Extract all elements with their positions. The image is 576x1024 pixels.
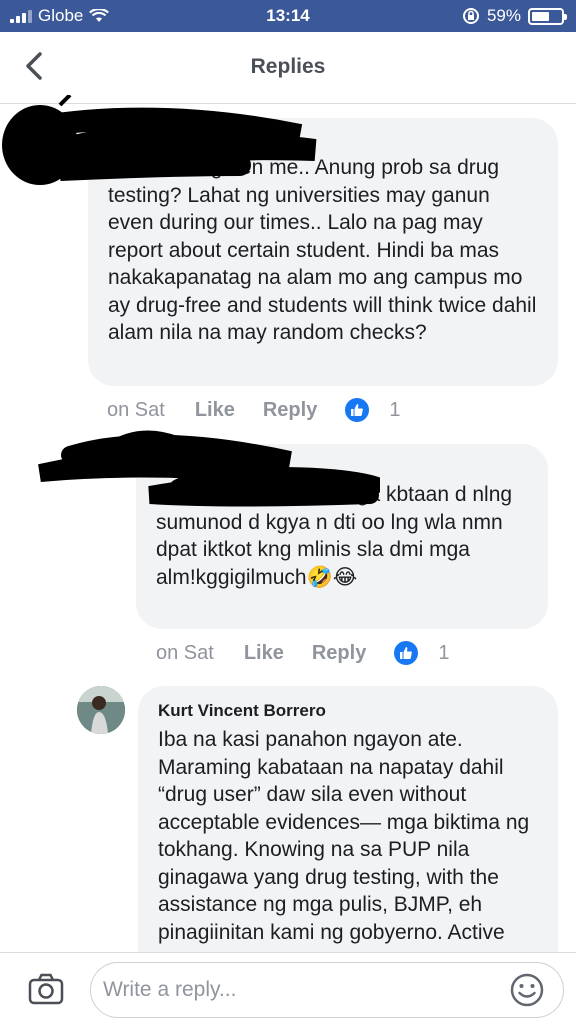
status-right: 59% [462,6,567,26]
reply-button[interactable]: Reply [263,399,317,422]
comment-bubble: Please enlighten me.. Anung prob sa drug… [88,118,558,386]
avatar[interactable] [77,686,125,734]
comment-text: Please enlighten me.. Anung prob sa drug… [108,156,537,344]
comment-actions: on Sat Like Reply 1 [156,641,449,665]
camera-icon[interactable] [28,973,64,1005]
reply-button[interactable]: Reply [312,642,366,665]
thumbs-up-icon [345,398,370,422]
thumbs-up-icon [394,641,419,665]
reaction-count: 1 [438,641,450,664]
comment-bubble: korek dami hanash mga kbtaan d nlng sumu… [136,444,548,629]
like-button[interactable]: Like [195,399,235,422]
comment-author[interactable]: Kurt Vincent Borrero [158,700,538,722]
reply-composer [0,952,576,1024]
rotation-lock-icon [462,8,479,24]
page-title: Replies [250,55,326,78]
like-button[interactable]: Like [244,642,284,665]
comment-bubble: Kurt Vincent Borrero Iba na kasi panahon… [138,686,558,986]
battery-icon [528,7,567,25]
battery-percent: 59% [486,6,521,25]
comment-text: Iba na kasi panahon ngayon ate. Maraming… [158,728,530,944]
comment-actions: on Sat Like Reply 1 [107,398,400,422]
status-bar: Globe 13:14 59% [0,0,576,32]
reply-input[interactable] [90,962,564,1018]
comment-time: on Sat [107,398,165,421]
reaction-count: 1 [389,398,401,421]
battery-fill [532,11,549,21]
smiley-icon[interactable] [509,972,545,1008]
comment-text: korek dami hanash mga kbtaan d nlng sumu… [156,483,513,589]
comment-time: on Sat [156,641,214,664]
header: Replies [0,32,576,104]
